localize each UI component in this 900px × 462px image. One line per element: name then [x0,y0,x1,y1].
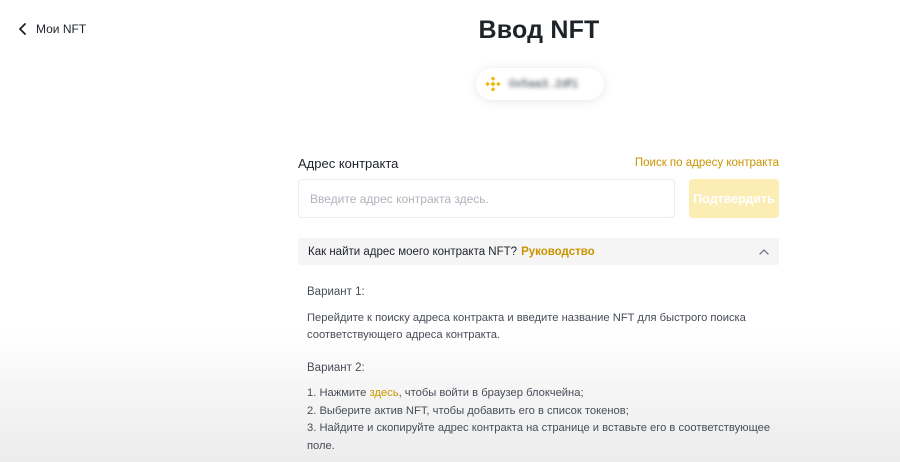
contract-address-label: Адрес контракта [298,155,399,171]
search-by-contract-link[interactable]: Поиск по адресу контракта [635,157,779,169]
variant-1-text: Перейдите к поиску адреса контракта и вв… [307,311,746,342]
guide-link[interactable]: Руководство [521,246,595,258]
variant-2-title: Вариант 2: [307,361,365,374]
chevron-up-icon[interactable] [759,248,769,255]
page-title: Ввод NFT [478,16,600,44]
variant-2-step-1: 1. Нажмите здесь, чтобы войти в браузер … [307,385,779,403]
contract-input-row: Подтвердить [298,179,779,218]
step-1-prefix: 1. Нажмите [307,387,370,399]
blockchain-explorer-link[interactable]: здесь [370,387,399,399]
contract-field-header: Адрес контракта Поиск по адресу контракт… [298,155,779,171]
faq-accordion-header[interactable]: Как найти адрес моего контракта NFT? Руко… [298,238,779,265]
variant-2-step-2: 2. Выберите актив NFT, чтобы добавить ег… [307,404,629,417]
faq-question-text: Как найти адрес моего контракта NFT? [308,245,518,258]
bnb-coin-icon [485,76,501,92]
variant-2-step-3: 3. Найдите и скопируйте адрес контракта … [307,422,771,452]
variant-1-title: Вариант 1: [307,286,365,298]
wallet-address-chip: 0x5aa3..2df1 [476,68,604,100]
wallet-address: 0x5aa3..2df1 [509,78,579,90]
contract-address-input[interactable] [298,179,675,218]
faq-question: Как найти адрес моего контракта NFT? Руко… [308,246,595,258]
faq-body: Вариант 1: Перейдите к поиску адреса кон… [298,284,779,455]
step-1-suffix: , чтобы войти в браузер блокчейна; [398,387,584,399]
confirm-button[interactable]: Подтвердить [689,179,779,218]
